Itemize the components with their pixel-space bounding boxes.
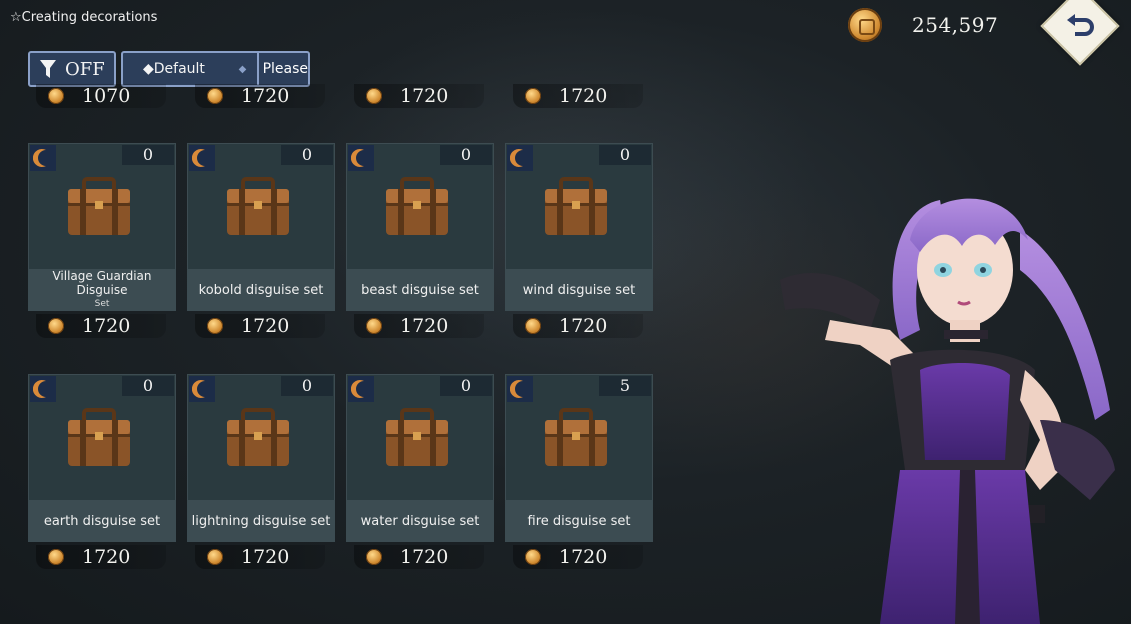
chest-icon: [66, 177, 132, 239]
item-name: earth disguise set: [28, 500, 176, 542]
item-name-text: beast disguise set: [361, 282, 479, 298]
moon-icon: [507, 376, 533, 402]
page-title: ☆Creating decorations: [10, 10, 158, 25]
chest-icon: [225, 408, 291, 470]
price-value: 1720: [400, 315, 449, 337]
chest-icon: [543, 408, 609, 470]
price-row: 1720: [503, 314, 633, 338]
item-name-text: earth disguise set: [43, 513, 161, 529]
sort-label: ◆Default: [143, 61, 205, 77]
item-card[interactable]: 0 kobold disguise set: [187, 143, 335, 311]
coin-icon: [48, 88, 64, 104]
moon-icon: [348, 376, 374, 402]
price-value: 1720: [241, 85, 290, 107]
item-name: wind disguise set: [505, 269, 653, 311]
chest-icon: [543, 177, 609, 239]
coin-icon: [48, 318, 64, 334]
filter-label: OFF: [65, 58, 105, 80]
currency-amount: 254,597: [912, 13, 999, 37]
chest-icon: [384, 408, 450, 470]
item-card[interactable]: 0 water disguise set: [346, 374, 494, 542]
price-row: 1720: [26, 545, 156, 569]
item-name: beast disguise set: [346, 269, 494, 311]
coin-icon: [525, 549, 541, 565]
price-value: 1720: [559, 315, 608, 337]
filter-button[interactable]: OFF: [28, 51, 116, 87]
item-name-text: Village Guardian Disguise: [52, 269, 152, 297]
coin-icon: [366, 318, 382, 334]
sort-order-button[interactable]: Please: [256, 53, 308, 85]
price-value: 1720: [241, 315, 290, 337]
item-name-text: wind disguise set: [522, 282, 636, 298]
coin-icon: [525, 318, 541, 334]
price-row: 1720: [503, 84, 633, 108]
price-row: 1720: [185, 84, 315, 108]
item-name-text: lightning disguise set: [191, 513, 331, 529]
owned-count: 0: [599, 145, 651, 165]
owned-count: 0: [440, 376, 492, 396]
coin-icon: [848, 8, 882, 42]
price-row: 1720: [185, 314, 315, 338]
sort-dropdown[interactable]: ◆Default ◆ Please: [121, 51, 310, 87]
filter-icon: [40, 60, 56, 78]
item-name: kobold disguise set: [187, 269, 335, 311]
price-row: 1720: [344, 545, 474, 569]
owned-count: 0: [440, 145, 492, 165]
owned-count: 5: [599, 376, 651, 396]
item-card[interactable]: 0 lightning disguise set: [187, 374, 335, 542]
moon-icon: [348, 145, 374, 171]
coin-icon: [366, 88, 382, 104]
coin-icon: [366, 549, 382, 565]
price-row: 1720: [503, 545, 633, 569]
item-name: lightning disguise set: [187, 500, 335, 542]
moon-icon: [30, 376, 56, 402]
moon-icon: [189, 376, 215, 402]
owned-count: 0: [122, 376, 174, 396]
item-name-sub: Set: [94, 299, 110, 309]
item-card[interactable]: 0 wind disguise set: [505, 143, 653, 311]
coin-icon: [525, 88, 541, 104]
price-value: 1720: [400, 546, 449, 568]
item-name: Village Guardian Disguise Set: [28, 269, 176, 311]
price-row: 1720: [185, 545, 315, 569]
price-value: 1720: [241, 546, 290, 568]
back-arrow-icon[interactable]: [1062, 6, 1098, 42]
chest-icon: [384, 177, 450, 239]
price-row: 1720: [344, 84, 474, 108]
price-row: 1070: [26, 84, 156, 108]
character-illustration: [780, 198, 1115, 624]
moon-icon: [189, 145, 215, 171]
item-name-text: water disguise set: [360, 513, 480, 529]
chest-icon: [225, 177, 291, 239]
price-value: 1720: [82, 315, 131, 337]
item-name: fire disguise set: [505, 500, 653, 542]
coin-icon: [48, 549, 64, 565]
price-row: 1720: [26, 314, 156, 338]
moon-icon: [30, 145, 56, 171]
price-value: 1720: [82, 546, 131, 568]
item-name: water disguise set: [346, 500, 494, 542]
owned-count: 0: [281, 145, 333, 165]
item-card[interactable]: 0 beast disguise set: [346, 143, 494, 311]
moon-icon: [507, 145, 533, 171]
owned-count: 0: [281, 376, 333, 396]
item-card[interactable]: 5 fire disguise set: [505, 374, 653, 542]
item-card[interactable]: 0 earth disguise set: [28, 374, 176, 542]
price-value: 1720: [400, 85, 449, 107]
coin-icon: [207, 318, 223, 334]
coin-icon: [207, 549, 223, 565]
price-value: 1720: [559, 546, 608, 568]
item-name-text: fire disguise set: [527, 513, 631, 529]
chest-icon: [66, 408, 132, 470]
coin-icon: [207, 88, 223, 104]
price-row: 1720: [344, 314, 474, 338]
price-value: 1720: [559, 85, 608, 107]
currency-display: 254,597: [848, 8, 998, 42]
price-value: 1070: [82, 85, 131, 107]
owned-count: 0: [122, 145, 174, 165]
dropdown-diamond-icon: ◆: [238, 63, 247, 75]
item-card[interactable]: 0 Village Guardian Disguise Set: [28, 143, 176, 311]
item-name-text: kobold disguise set: [198, 282, 324, 298]
